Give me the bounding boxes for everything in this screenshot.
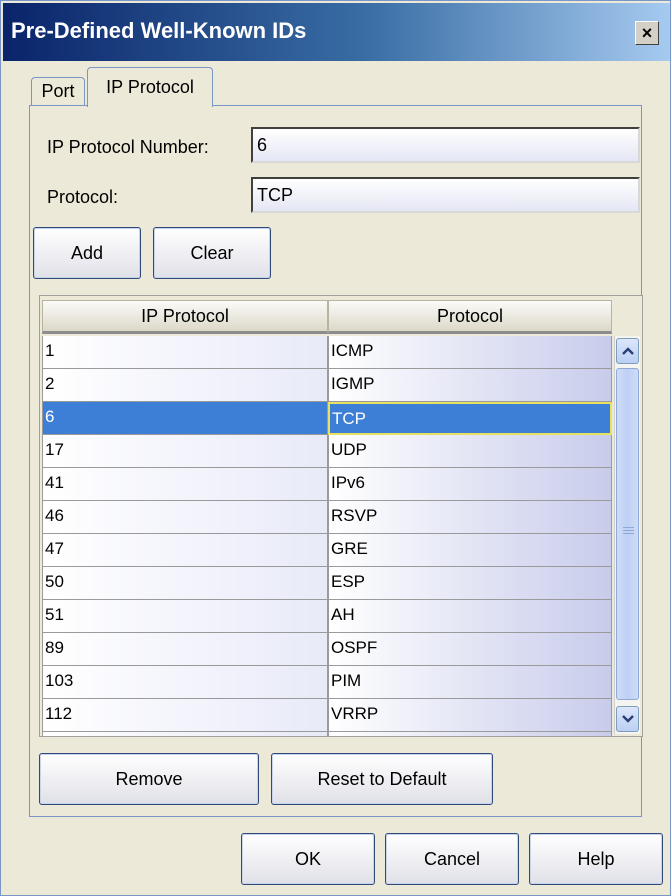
table-row[interactable]: 47 GRE (42, 534, 614, 567)
table-row[interactable]: 115L2TP (42, 732, 614, 736)
ip-protocol-cell[interactable]: 103 (42, 666, 328, 699)
remove-button[interactable]: Remove (39, 753, 259, 805)
ip-protocol-cell[interactable]: 89 (42, 633, 328, 666)
table-row[interactable]: 112 VRRP (42, 699, 614, 732)
reset-to-default-button[interactable]: Reset to Default (271, 753, 493, 805)
title-bar[interactable]: Pre-Defined Well-Known IDs × (3, 3, 670, 61)
table-row[interactable]: 50 ESP (42, 567, 614, 600)
ip-protocol-cell[interactable]: 41 (42, 468, 328, 501)
protocol-table: IP Protocol Protocol 1 ICMP 2 IGMP 6 TCP 17 UDP… (39, 295, 643, 737)
add-button[interactable]: Add (33, 227, 141, 279)
chevron-down-icon (621, 715, 634, 723)
scroll-grip (623, 530, 634, 531)
ip-protocol-cell[interactable]: 6 (42, 402, 328, 435)
clear-button-label: Clear (190, 242, 234, 263)
scroll-thumb[interactable] (616, 368, 639, 700)
add-button-label: Add (70, 242, 104, 263)
protocol-cell[interactable]: TCP (328, 402, 612, 435)
protocol-cell[interactable]: ESP (328, 567, 612, 600)
ip-protocol-cell[interactable]: 47 (42, 534, 328, 567)
ip-protocol-cell[interactable]: 46 (42, 501, 328, 534)
cancel-button-label: Cancel (423, 848, 481, 869)
vertical-scrollbar[interactable] (614, 336, 640, 734)
protocol-cell[interactable]: ICMP (328, 336, 612, 369)
table-row[interactable]: 2 IGMP (42, 369, 614, 402)
protocol-cell[interactable]: PIM (328, 666, 612, 699)
remove-button-label: Remove (115, 768, 183, 789)
close-button[interactable]: × (635, 21, 659, 45)
tab-ip-protocol-label: IP Protocol (106, 77, 194, 97)
column-header-protocol-label: Protocol (436, 305, 504, 326)
help-button-label: Help (577, 848, 615, 869)
ip-protocol-cell[interactable]: 17 (42, 435, 328, 468)
protocol-field[interactable]: TCP (251, 177, 640, 213)
scroll-grip (623, 527, 634, 528)
reset-to-default-button-label: Reset to Default (317, 768, 447, 789)
ip-protocol-number-field[interactable]: 6 (251, 127, 640, 163)
ip-protocol-cell[interactable]: 115 (42, 732, 328, 736)
protocol-cell[interactable]: RSVP (328, 501, 612, 534)
scroll-up-button[interactable] (616, 338, 639, 364)
table-row[interactable]: 1 ICMP (42, 336, 614, 369)
tab-port-label: Port (41, 81, 75, 101)
protocol-cell[interactable]: IGMP (328, 369, 612, 402)
table-row[interactable]: 103 PIM (42, 666, 614, 699)
chevron-up-icon (621, 347, 634, 355)
ip-protocol-cell[interactable]: 51 (42, 600, 328, 633)
protocol-cell[interactable]: OSPF (328, 633, 612, 666)
column-header-protocol[interactable]: Protocol (328, 300, 612, 334)
help-button[interactable]: Help (529, 833, 663, 885)
tab-ip-protocol[interactable]: IP Protocol (87, 67, 213, 107)
table-row[interactable]: 46 RSVP (42, 501, 614, 534)
column-header-ip-protocol[interactable]: IP Protocol (42, 300, 328, 334)
tab-port[interactable]: Port (31, 77, 85, 105)
table-row[interactable]: 6 TCP (42, 402, 614, 435)
clear-button[interactable]: Clear (153, 227, 271, 279)
table-row[interactable]: 41 IPv6 (42, 468, 614, 501)
protocol-cell[interactable]: IPv6 (328, 468, 612, 501)
table-row[interactable]: 17 UDP (42, 435, 614, 468)
protocol-cell[interactable]: AH (328, 600, 612, 633)
cancel-button[interactable]: Cancel (385, 833, 519, 885)
protocol-cell[interactable]: L2TP (328, 732, 612, 736)
close-icon: × (641, 23, 653, 43)
ip-protocol-cell[interactable]: 50 (42, 567, 328, 600)
ip-protocol-cell[interactable]: 112 (42, 699, 328, 732)
ok-button-label: OK (294, 848, 321, 869)
protocol-label: Protocol: (47, 187, 119, 207)
ip-protocol-cell[interactable]: 2 (42, 369, 328, 402)
protocol-cell[interactable]: UDP (328, 435, 612, 468)
protocol-cell[interactable]: GRE (328, 534, 612, 567)
scroll-down-button[interactable] (616, 706, 639, 732)
column-header-ip-protocol-label: IP Protocol (141, 305, 229, 326)
ok-button[interactable]: OK (241, 833, 375, 885)
protocol-cell[interactable]: VRRP (328, 699, 612, 732)
window-title: Pre-Defined Well-Known IDs (11, 18, 307, 43)
scroll-grip (623, 533, 634, 534)
table-body: 1 ICMP 2 IGMP 6 TCP 17 UDP 41 IPv6 46 RSVP 47 GRE 50 ES… (42, 336, 614, 736)
ip-protocol-cell[interactable]: 1 (42, 336, 328, 369)
table-row[interactable]: 89 OSPF (42, 633, 614, 666)
table-row[interactable]: 51 AH (42, 600, 614, 633)
dialog-window: Pre-Defined Well-Known IDs × Port IP Pro… (0, 0, 671, 896)
ip-protocol-number-label: IP Protocol Number: (47, 137, 209, 157)
